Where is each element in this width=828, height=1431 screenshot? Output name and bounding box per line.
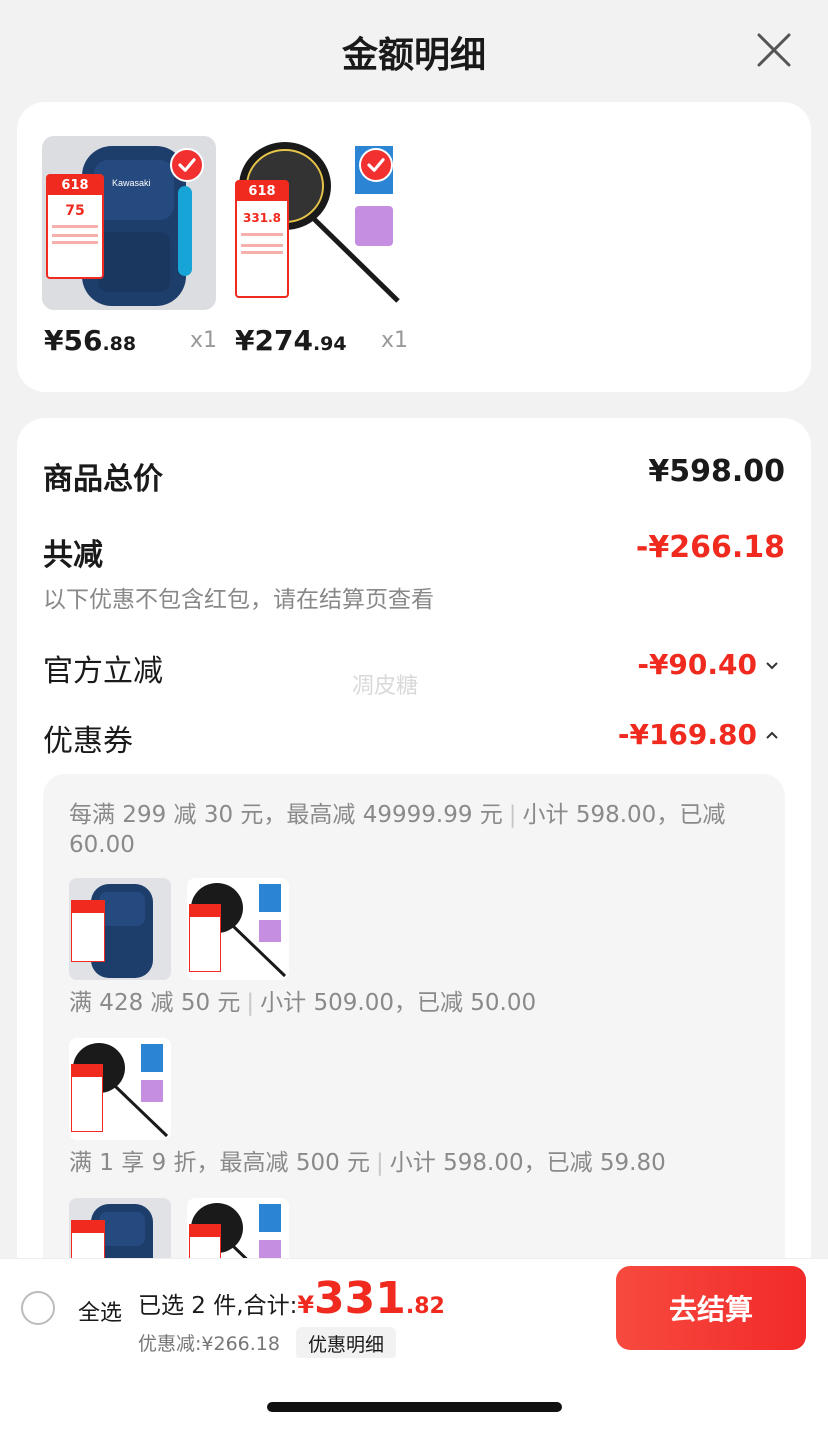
coupon-rule-text: 满 1 享 9 折，最高减 500 元 [69, 1150, 371, 1176]
svg-text:Kawasaki: Kawasaki [112, 178, 151, 188]
coupon-toggle[interactable]: -¥169.80 [618, 718, 779, 751]
total-decimal: .82 [405, 1294, 445, 1319]
checkout-bar: 全选 已选 2 件,合计: ¥ 331 .82 优惠减:¥266.18 优惠明细… [0, 1258, 828, 1360]
product-price: ¥274.94 [235, 324, 347, 357]
coupon-item-racket [187, 878, 289, 980]
product-price: ¥56.88 [44, 324, 136, 357]
chevron-up-icon [766, 731, 778, 739]
coupon-rule-3: 满 1 享 9 折，最高减 500 元 | 小计 598.00，已减 59.80 [69, 1150, 666, 1176]
official-discount-label: 官方立减 [43, 654, 163, 689]
coupon-breakdown: 每满 299 减 30 元，最高减 49999.99 元 | 小计 598.00，已… [43, 774, 785, 1334]
select-all-label[interactable]: 全选 [78, 1295, 122, 1327]
selected-summary: 已选 2 件,合计: ¥ 331 .82 [138, 1273, 445, 1324]
close-icon[interactable] [754, 30, 794, 70]
total-label: 商品总价 [43, 462, 163, 497]
coupon-item-backpack [69, 878, 171, 980]
coupon-rule-subtotal: 小计 509.00，已减 50.00 [260, 990, 537, 1016]
total-currency: ¥ [297, 1291, 315, 1319]
product-qty: x1 [381, 328, 409, 353]
price-decimal: .88 [102, 333, 137, 355]
price-integer: ¥274 [235, 324, 313, 357]
home-indicator-area [0, 1358, 828, 1431]
header: 金额明细 [0, 0, 828, 100]
chevron-down-icon [766, 661, 778, 669]
promo-tag: 618 75 [46, 174, 104, 279]
promo-badge: 618 [237, 182, 287, 201]
watermark: 凋皮糖 [352, 674, 419, 699]
coupon-rule-subtotal: 小计 598.00，已减 59.80 [389, 1150, 666, 1176]
official-discount-value: -¥90.40 [637, 648, 757, 681]
coupon-rule-text: 每满 299 减 30 元，最高减 49999.99 元 [69, 802, 503, 828]
promo-tag: 618 331.8 [235, 180, 289, 298]
checkout-button[interactable]: 去结算 [616, 1266, 806, 1350]
promo-price: 75 [65, 203, 85, 219]
selected-count-text: 已选 2 件,合计: [138, 1293, 298, 1319]
page-title: 金额明细 [341, 35, 486, 76]
promo-badge: 618 [48, 176, 102, 195]
checked-icon[interactable] [170, 148, 204, 182]
discount-detail-button[interactable]: 优惠明细 [296, 1327, 397, 1360]
coupon-rule-2: 满 428 减 50 元 | 小计 509.00，已减 50.00 [69, 990, 537, 1016]
price-decimal: .94 [312, 333, 347, 355]
discount-summary: 优惠减:¥266.18 [138, 1333, 280, 1355]
official-discount-toggle[interactable]: -¥90.40 [637, 648, 779, 681]
coupon-rule-text: 满 428 减 50 元 [69, 990, 241, 1016]
discount-note: 以下优惠不包含红包，请在结算页查看 [43, 587, 434, 613]
home-indicator[interactable] [267, 1402, 562, 1412]
product-qty: x1 [190, 328, 218, 353]
amount-detail-card: 商品总价 ¥598.00 共减 -¥266.18 以下优惠不包含红包，请在结算页… [17, 418, 811, 1334]
coupon-item-racket [69, 1038, 171, 1140]
price-integer: ¥56 [44, 324, 103, 357]
select-all-radio[interactable] [21, 1291, 55, 1325]
promo-price: 331.8 [243, 211, 281, 225]
coupon-label: 优惠券 [43, 724, 133, 759]
total-value: ¥598.00 [648, 454, 785, 489]
product-card: Kawasaki 618 75 ¥56.88 x1 618 331.8 ¥274… [17, 102, 811, 392]
checked-icon[interactable] [359, 148, 393, 182]
total-integer: 331 [314, 1273, 406, 1324]
coupon-rule-1: 每满 299 减 30 元，最高减 49999.99 元 | 小计 598.00，已… [69, 802, 726, 858]
reduce-value: -¥266.18 [635, 530, 785, 565]
reduce-label: 共减 [43, 538, 103, 573]
coupon-value: -¥169.80 [617, 718, 757, 751]
